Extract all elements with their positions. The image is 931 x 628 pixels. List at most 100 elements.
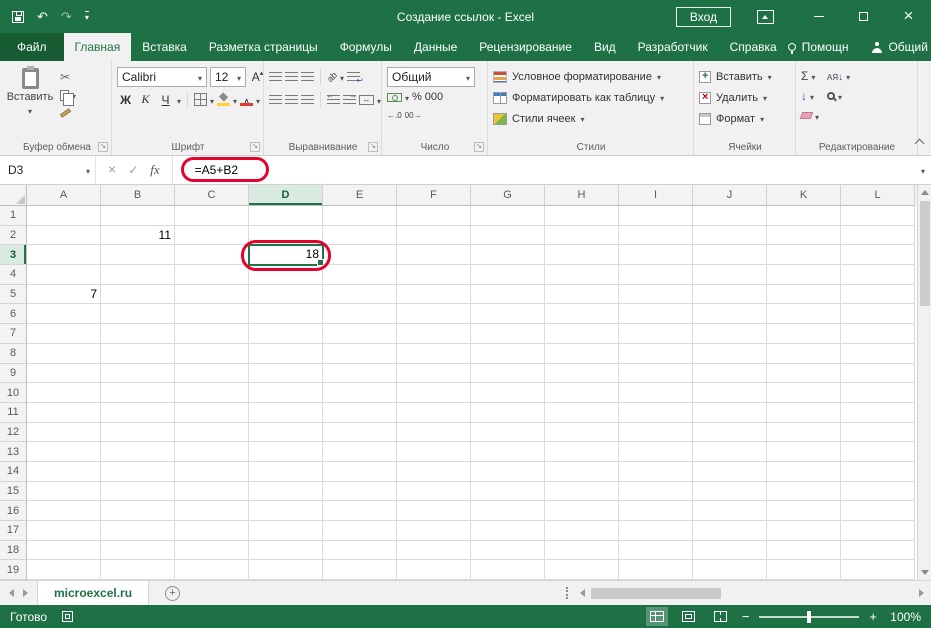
scroll-up-button[interactable] — [918, 185, 931, 200]
cell-K16[interactable] — [767, 501, 841, 521]
cell-C4[interactable] — [175, 265, 249, 285]
cell-B16[interactable] — [101, 501, 175, 521]
ribbon-tab[interactable]: Данные — [403, 33, 468, 61]
column-header-E[interactable]: E — [323, 185, 397, 206]
increase-decimal-icon[interactable] — [387, 105, 402, 123]
cell-F3[interactable] — [397, 245, 471, 266]
share-button[interactable]: Общий доступ — [872, 40, 931, 54]
row-header-3[interactable]: 3 — [0, 245, 27, 266]
column-header-D[interactable]: D — [249, 185, 323, 206]
cell-I13[interactable] — [619, 442, 693, 462]
ribbon-tab[interactable]: Рецензирование — [468, 33, 583, 61]
align-top-icon[interactable] — [269, 72, 282, 81]
cell-B17[interactable] — [101, 521, 175, 541]
cell-H2[interactable] — [545, 225, 619, 246]
column-header-J[interactable]: J — [693, 185, 767, 206]
cell-B4[interactable] — [101, 265, 175, 285]
cell-I17[interactable] — [619, 521, 693, 541]
cell-I1[interactable] — [619, 206, 693, 226]
cell-G11[interactable] — [471, 402, 545, 423]
customize-qat-icon[interactable] — [84, 11, 89, 22]
minimize-button[interactable] — [796, 0, 841, 33]
cell-J17[interactable] — [693, 521, 767, 541]
cell-G6[interactable] — [471, 304, 545, 325]
cell-H14[interactable] — [545, 461, 619, 482]
dialog-launcher-icon[interactable] — [474, 142, 484, 152]
ribbon-tab[interactable]: Формулы — [329, 33, 403, 61]
row-header-4[interactable]: 4 — [0, 265, 27, 285]
conditional-formatting-button[interactable]: Условное форматирование — [493, 66, 689, 87]
cell-I8[interactable] — [619, 343, 693, 364]
cell-C19[interactable] — [175, 560, 249, 580]
cell-styles-button[interactable]: Стили ячеек — [493, 108, 689, 129]
column-header-I[interactable]: I — [619, 185, 693, 206]
cell-H6[interactable] — [545, 304, 619, 325]
cell-G5[interactable] — [471, 284, 545, 305]
cell-G1[interactable] — [471, 206, 545, 226]
cell-A14[interactable] — [27, 461, 101, 482]
cell-B12[interactable] — [101, 422, 175, 443]
cell-A9[interactable] — [27, 363, 101, 384]
cell-G10[interactable] — [471, 383, 545, 403]
cell-J10[interactable] — [693, 383, 767, 403]
help-assistant-button[interactable]: Помощн — [787, 40, 848, 54]
cell-E3[interactable] — [323, 245, 397, 266]
save-icon[interactable] — [12, 10, 24, 23]
scroll-left-button[interactable] — [575, 581, 589, 605]
cell-C15[interactable] — [175, 481, 249, 502]
cell-K2[interactable] — [767, 225, 841, 246]
name-box[interactable]: D3 — [0, 156, 96, 184]
cell-C18[interactable] — [175, 540, 249, 561]
cancel-entry-icon[interactable] — [108, 161, 116, 179]
cell-G14[interactable] — [471, 461, 545, 482]
cell-E15[interactable] — [323, 481, 397, 502]
cell-A18[interactable] — [27, 540, 101, 561]
cell-D6[interactable] — [249, 304, 323, 325]
format-as-table-button[interactable]: Форматировать как таблицу — [493, 87, 689, 108]
insert-cells-button[interactable]: Вставить — [699, 66, 791, 87]
cell-A3[interactable] — [27, 245, 101, 266]
cell-I7[interactable] — [619, 324, 693, 344]
cell-G16[interactable] — [471, 501, 545, 521]
cell-J12[interactable] — [693, 422, 767, 443]
cell-I18[interactable] — [619, 540, 693, 561]
cell-K10[interactable] — [767, 383, 841, 403]
bold-button[interactable]: Ж — [117, 90, 134, 109]
format-painter-icon[interactable] — [59, 108, 72, 118]
cell-B11[interactable] — [101, 402, 175, 423]
align-right-icon[interactable] — [301, 95, 314, 104]
close-button[interactable] — [886, 0, 931, 33]
cell-J3[interactable] — [693, 245, 767, 266]
row-header-17[interactable]: 17 — [0, 521, 27, 541]
cell-A19[interactable] — [27, 560, 101, 580]
redo-icon[interactable] — [61, 9, 72, 25]
cell-I15[interactable] — [619, 481, 693, 502]
cell-F2[interactable] — [397, 225, 471, 246]
cell-H4[interactable] — [545, 265, 619, 285]
cell-D9[interactable] — [249, 363, 323, 384]
horizontal-scroll-thumb[interactable] — [591, 587, 721, 599]
cell-C7[interactable] — [175, 324, 249, 344]
cell-J8[interactable] — [693, 343, 767, 364]
cell-H18[interactable] — [545, 540, 619, 561]
cell-L15[interactable] — [841, 481, 915, 502]
cell-L11[interactable] — [841, 402, 915, 423]
cell-L4[interactable] — [841, 265, 915, 285]
cell-G7[interactable] — [471, 324, 545, 344]
accounting-format-icon[interactable] — [387, 92, 402, 102]
cell-H1[interactable] — [545, 206, 619, 226]
cell-D5[interactable] — [249, 284, 323, 305]
cell-C6[interactable] — [175, 304, 249, 325]
macro-record-icon[interactable] — [62, 611, 74, 622]
cell-D2[interactable] — [249, 225, 323, 246]
cell-C11[interactable] — [175, 402, 249, 423]
expand-formula-bar-icon[interactable] — [921, 163, 925, 177]
cell-I10[interactable] — [619, 383, 693, 403]
formula-input[interactable]: =A5+B2 — [173, 156, 931, 184]
cell-G13[interactable] — [471, 442, 545, 462]
cell-B2[interactable]: 11 — [101, 225, 175, 246]
row-header-2[interactable]: 2 — [0, 225, 27, 246]
cell-D18[interactable] — [249, 540, 323, 561]
cell-A6[interactable] — [27, 304, 101, 325]
insert-function-button[interactable]: fx — [150, 162, 159, 178]
